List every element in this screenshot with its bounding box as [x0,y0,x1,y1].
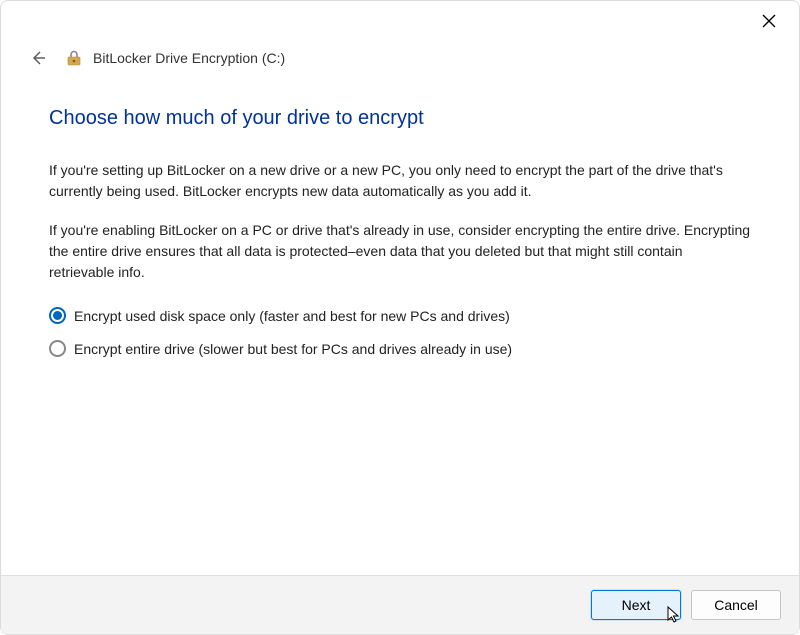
radio-label-used-space: Encrypt used disk space only (faster and… [74,308,510,324]
close-button[interactable] [753,5,785,37]
radio-encrypt-used-space[interactable]: Encrypt used disk space only (faster and… [49,307,751,324]
cancel-button[interactable]: Cancel [691,590,781,620]
radio-button-icon [49,340,66,357]
page-heading: Choose how much of your drive to encrypt [49,107,751,130]
next-button-label: Next [622,597,651,613]
wizard-footer: Next Cancel [1,575,799,634]
next-button[interactable]: Next [591,590,681,620]
wizard-header: BitLocker Drive Encryption (C:) [1,41,799,79]
radio-encrypt-entire-drive[interactable]: Encrypt entire drive (slower but best fo… [49,340,751,357]
cursor-icon [666,605,682,623]
titlebar [1,1,799,41]
description-paragraph-1: If you're setting up BitLocker on a new … [49,160,751,202]
back-button[interactable] [27,47,49,69]
radio-label-entire-drive: Encrypt entire drive (slower but best fo… [74,341,512,357]
radio-button-icon [49,307,66,324]
window-title: BitLocker Drive Encryption (C:) [93,50,285,66]
back-arrow-icon [29,49,47,67]
close-icon [762,14,776,28]
encryption-options: Encrypt used disk space only (faster and… [49,307,751,357]
bitlocker-icon [65,49,83,67]
main-content: Choose how much of your drive to encrypt… [1,79,799,383]
description-paragraph-2: If you're enabling BitLocker on a PC or … [49,220,751,283]
